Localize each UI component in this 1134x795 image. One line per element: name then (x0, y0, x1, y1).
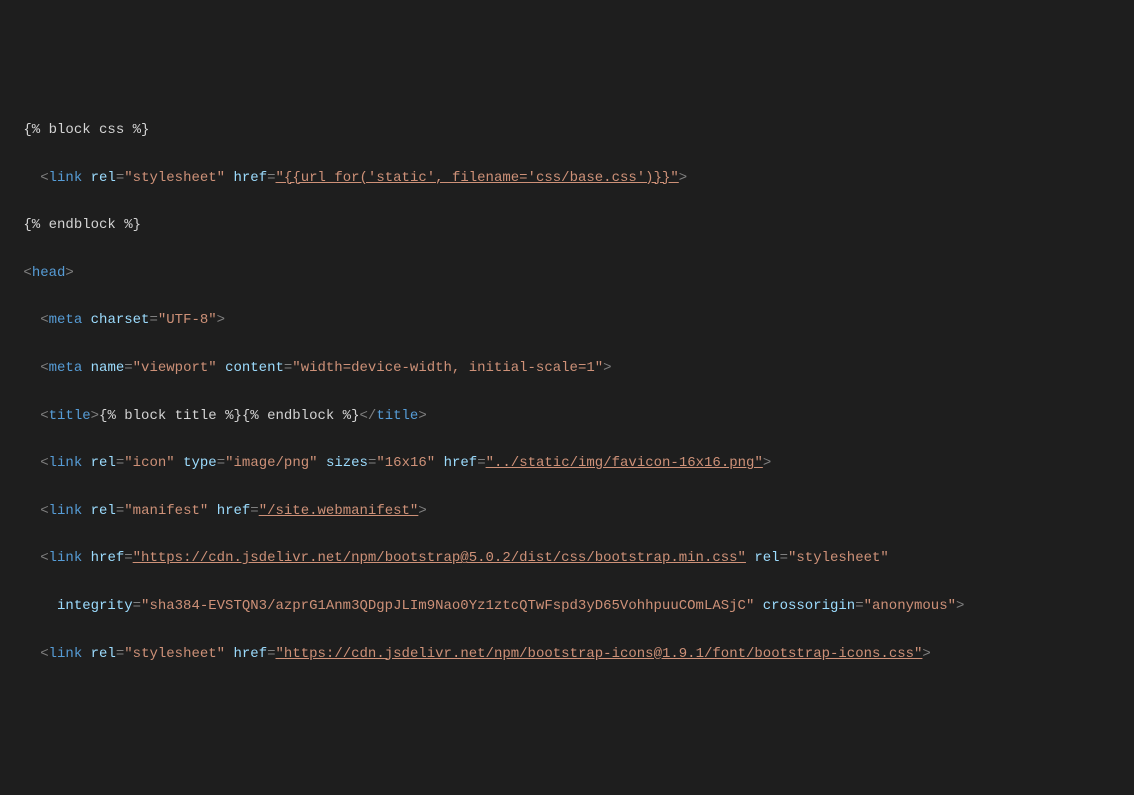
href-url: "https://cdn.jsdelivr.net/npm/bootstrap@… (133, 550, 746, 566)
code-line[interactable]: <title>{% block title %}{% endblock %}</… (15, 405, 1134, 429)
code-line[interactable]: {% endblock %} (15, 214, 1134, 238)
href-url: "/site.webmanifest" (259, 503, 419, 519)
code-editor[interactable]: {% block css %} <link rel="stylesheet" h… (15, 95, 1134, 676)
code-line[interactable]: <link rel="stylesheet" href="https://cdn… (15, 643, 1134, 667)
href-url: "{{url_for('static', filename='css/base.… (276, 170, 679, 186)
code-line[interactable]: <meta name="viewport" content="width=dev… (15, 357, 1134, 381)
code-line[interactable]: {% block css %} (15, 119, 1134, 143)
href-url: "../static/img/favicon-16x16.png" (486, 455, 763, 471)
code-line[interactable]: <link rel="icon" type="image/png" sizes=… (15, 452, 1134, 476)
jinja-block: {% block css %} (23, 122, 149, 138)
code-line[interactable]: integrity="sha384-EVSTQN3/azprG1Anm3QDgp… (15, 595, 1134, 619)
code-line[interactable]: <meta charset="UTF-8"> (15, 309, 1134, 333)
href-url: "https://cdn.jsdelivr.net/npm/bootstrap-… (276, 646, 923, 662)
code-line[interactable]: <link href="https://cdn.jsdelivr.net/npm… (15, 547, 1134, 571)
code-line[interactable]: ⌄ <head> (15, 262, 1134, 286)
code-line[interactable]: <link rel="manifest" href="/site.webmani… (15, 500, 1134, 524)
jinja-block: {% block title %}{% endblock %} (99, 408, 359, 424)
jinja-block: {% endblock %} (23, 217, 141, 233)
code-line[interactable]: <link rel="stylesheet" href="{{url_for('… (15, 167, 1134, 191)
